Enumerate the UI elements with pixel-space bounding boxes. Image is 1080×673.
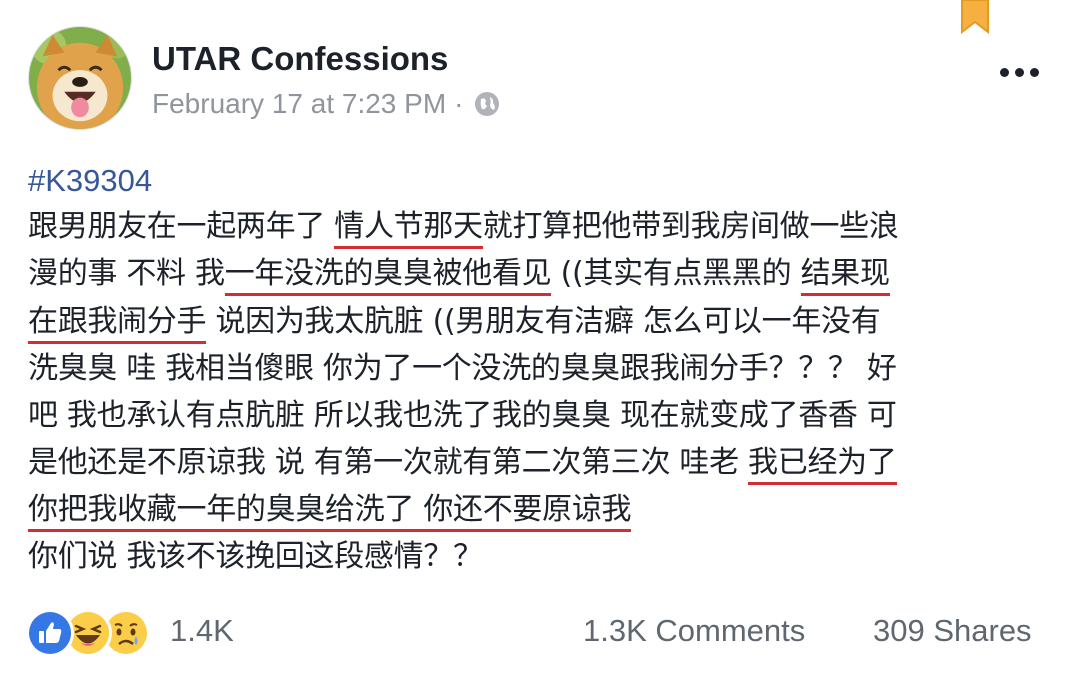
page-avatar[interactable] xyxy=(28,26,132,130)
page-name-link[interactable]: UTAR Confessions xyxy=(152,40,448,78)
highlighted-text: 我已经为了 xyxy=(748,445,897,485)
highlighted-text: 结果现 xyxy=(800,256,890,296)
post-meta: February 17 at 7:23 PM · xyxy=(152,88,501,120)
body-text: ((其实有点黑黑的 xyxy=(551,256,801,291)
post-body-line: 洗臭臭 哇 我相当傻眼 你为了一个没洗的臭臭跟我闹分手？？？ 好 xyxy=(28,349,897,389)
highlighted-text: 情人节那天 xyxy=(334,209,483,249)
highlighted-text: 你把我收藏一年的臭臭给洗了 你还不要原谅我 xyxy=(28,492,632,532)
like-icon xyxy=(26,609,74,657)
shares-count-link[interactable]: 309 Shares xyxy=(873,613,1032,649)
body-text: 洗臭臭 哇 我相当傻眼 你为了一个没洗的臭臭跟我闹分手？？？ 好 xyxy=(28,351,897,386)
post-body-line: 吧 我也承认有点肮脏 所以我也洗了我的臭臭 现在就变成了香香 可 xyxy=(28,396,897,436)
post-body-line: 你们说 我该不该挽回这段感情？？ xyxy=(28,537,483,577)
post-body-line: 你把我收藏一年的臭臭给洗了 你还不要原谅我 xyxy=(28,490,632,532)
highlighted-text: 在跟我闹分手 xyxy=(28,304,207,344)
body-text: 说因为我太肮脏 ((男朋友有洁癖 怎么可以一年没有 xyxy=(206,304,881,339)
more-options-icon[interactable] xyxy=(1000,62,1048,78)
body-text: 漫的事 不料 我 xyxy=(28,256,225,291)
body-text: 跟男朋友在一起两年了 xyxy=(28,209,335,244)
globe-icon xyxy=(473,90,501,118)
reaction-count[interactable]: 1.4K xyxy=(170,613,234,649)
body-text: 你们说 我该不该挽回这段感情？？ xyxy=(28,539,483,574)
post-hashtag[interactable]: #K39304 xyxy=(28,163,152,199)
reaction-icons[interactable] xyxy=(26,609,150,657)
bookmark-ribbon-icon xyxy=(960,0,990,35)
body-text: 吧 我也承认有点肮脏 所以我也洗了我的臭臭 现在就变成了香香 可 xyxy=(28,398,897,433)
post-body-line: 跟男朋友在一起两年了 情人节那天就打算把他带到我房间做一些浪 xyxy=(28,207,899,249)
post-body-line: 是他还是不原谅我 说 有第一次就有第二次第三次 哇老 我已经为了 xyxy=(28,443,897,485)
body-text: 是他还是不原谅我 说 有第一次就有第二次第三次 哇老 xyxy=(28,445,749,480)
post-body-line: 漫的事 不料 我一年没洗的臭臭被他看见 ((其实有点黑黑的 结果现 xyxy=(28,254,890,296)
meta-separator: · xyxy=(454,88,464,119)
post-body-line: 在跟我闹分手 说因为我太肮脏 ((男朋友有洁癖 怎么可以一年没有 xyxy=(28,302,881,344)
post-timestamp[interactable]: February 17 at 7:23 PM xyxy=(152,88,446,120)
highlighted-text: 一年没洗的臭臭被他看见 xyxy=(224,256,552,296)
body-text: 就打算把他带到我房间做一些浪 xyxy=(482,209,899,244)
comments-count-link[interactable]: 1.3K Comments xyxy=(583,613,805,649)
